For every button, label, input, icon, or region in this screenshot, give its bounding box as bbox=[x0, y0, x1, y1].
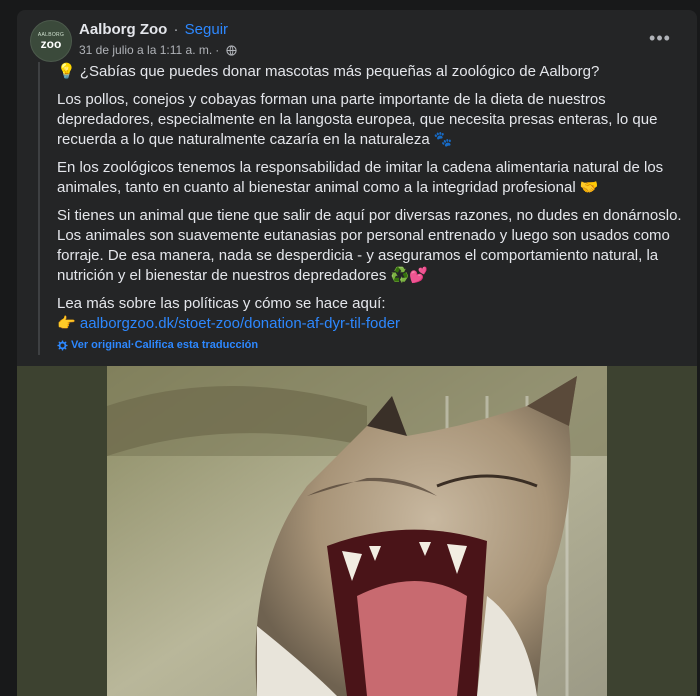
meta-separator: · bbox=[215, 43, 220, 57]
name-separator: · bbox=[173, 21, 179, 38]
post-text: 💡 ¿Sabías que puedes donar mascotas más … bbox=[38, 62, 697, 355]
translation-bar: Ver original · Califica esta traducción bbox=[57, 335, 697, 355]
page-name-link[interactable]: Aalborg Zoo bbox=[79, 21, 167, 38]
gear-icon bbox=[57, 339, 68, 351]
lynx-photo[interactable] bbox=[107, 366, 607, 696]
post-header: AALBORG zoo Aalborg Zoo · Seguir 31 de j… bbox=[30, 20, 680, 62]
see-original-link[interactable]: Ver original bbox=[71, 335, 131, 355]
more-icon[interactable]: ••• bbox=[642, 28, 678, 48]
globe-icon bbox=[226, 44, 237, 56]
donation-link[interactable]: aalborgzoo.dk/stoet-zoo/donation-af-dyr-… bbox=[80, 315, 400, 332]
post-media[interactable] bbox=[17, 366, 697, 696]
paragraph-4: Si tienes un animal que tiene que salir … bbox=[57, 207, 682, 284]
paragraph-1: 💡 ¿Sabías que puedes donar mascotas más … bbox=[57, 63, 600, 80]
lynx-photo-drawing bbox=[107, 366, 607, 696]
pointing-emoji: 👉 bbox=[57, 315, 76, 332]
post-card: AALBORG zoo Aalborg Zoo · Seguir 31 de j… bbox=[17, 10, 697, 696]
more-icon-label: ••• bbox=[649, 27, 671, 48]
read-more-line: Lea más sobre las políticas y cómo se ha… bbox=[57, 294, 697, 334]
timestamp-link[interactable]: 31 de julio a la 1:11 a. m. bbox=[79, 43, 212, 57]
avatar-text-big: zoo bbox=[40, 37, 62, 51]
paragraph-3: En los zoológicos tenemos la responsabil… bbox=[57, 159, 664, 196]
read-more-text: Lea más sobre las políticas y cómo se ha… bbox=[57, 295, 386, 312]
avatar[interactable]: AALBORG zoo bbox=[30, 20, 72, 62]
paragraph-2: Los pollos, conejos y cobayas forman una… bbox=[57, 91, 658, 148]
name-line: Aalborg Zoo · Seguir bbox=[79, 21, 228, 38]
rate-translation-link[interactable]: Califica esta traducción bbox=[135, 335, 259, 355]
follow-button[interactable]: Seguir bbox=[185, 21, 228, 38]
post-meta: 31 de julio a la 1:11 a. m. · bbox=[79, 43, 237, 57]
